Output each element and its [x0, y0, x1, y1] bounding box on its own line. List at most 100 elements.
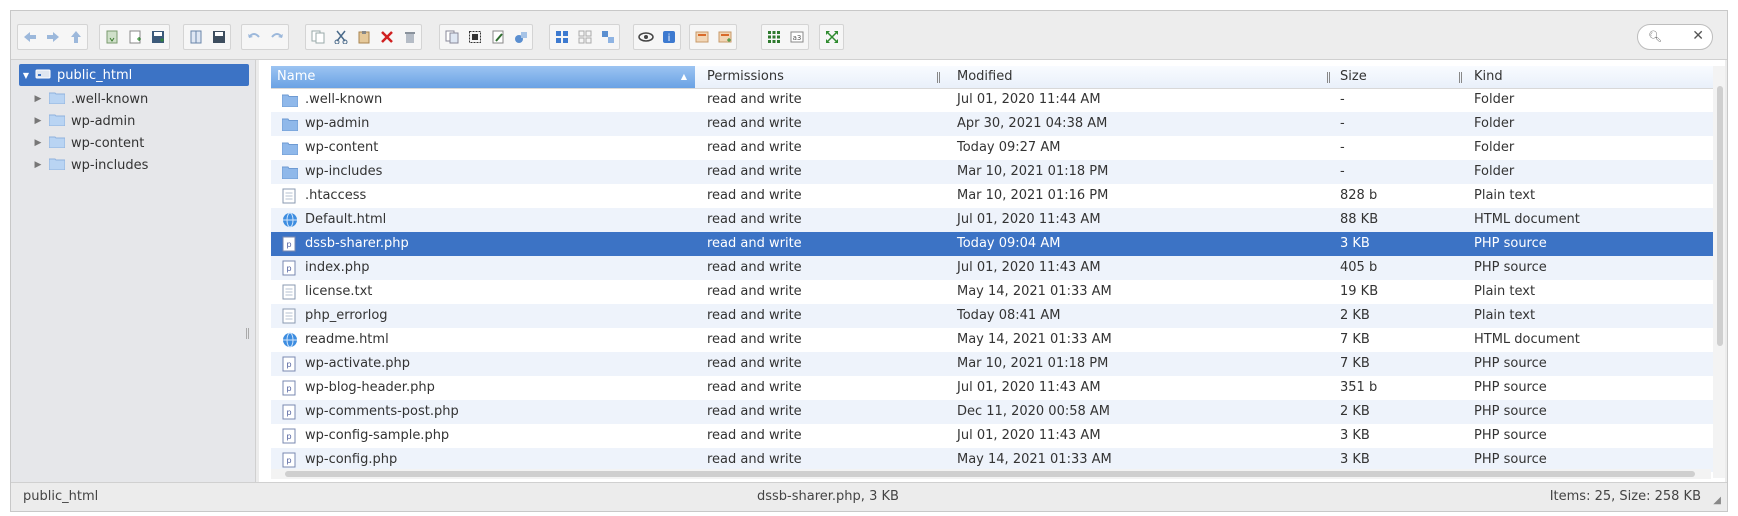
- icons-view-icon[interactable]: [550, 25, 573, 49]
- text-file-icon: [282, 284, 298, 300]
- edit-group: [305, 24, 422, 50]
- column-header-size[interactable]: Size: [1334, 66, 1464, 88]
- open-icon[interactable]: [184, 25, 207, 49]
- select-all-icon[interactable]: [463, 25, 486, 49]
- columns-view-icon[interactable]: [596, 25, 619, 49]
- file-row[interactable]: p wp-comments-post.php read and write Dec 1…: [271, 400, 1721, 424]
- file-row[interactable]: Default.html read and write Jul 01, 2020 1…: [271, 208, 1721, 232]
- column-resize-handle[interactable]: [1459, 72, 1462, 83]
- file-row[interactable]: p dssb-sharer.php read and write Today 09:0…: [271, 232, 1721, 256]
- column-header-size-label: Size: [1340, 69, 1367, 84]
- new-file-icon[interactable]: [123, 25, 146, 49]
- extract-icon[interactable]: [690, 25, 713, 49]
- column-header-name[interactable]: Name ▲: [271, 66, 695, 88]
- resize-handle[interactable]: [246, 328, 249, 339]
- file-row[interactable]: .htaccess read and write Mar 10, 2021 01:1…: [271, 184, 1721, 208]
- chevron-right-icon[interactable]: ▶: [31, 94, 45, 104]
- tree-item-well-known[interactable]: ▶ .well-known: [31, 88, 149, 110]
- folder-icon: [48, 135, 66, 152]
- file-kind: Folder: [1474, 164, 1515, 179]
- copy-icon[interactable]: [306, 25, 329, 49]
- column-header-kind[interactable]: Kind: [1468, 66, 1708, 88]
- svg-text:p: p: [286, 360, 291, 369]
- clear-search-icon[interactable]: ✕: [1692, 28, 1704, 44]
- grid-icon[interactable]: [762, 25, 785, 49]
- forward-button[interactable]: [41, 25, 64, 49]
- chevron-right-icon[interactable]: ▶: [31, 160, 45, 170]
- svg-text:i: i: [667, 33, 670, 44]
- column-header-modified[interactable]: Modified: [951, 66, 1341, 88]
- file-size: -: [1340, 140, 1345, 155]
- file-name: Default.html: [305, 212, 387, 227]
- file-row[interactable]: p wp-activate.php read and write Mar 10, 20…: [271, 352, 1721, 376]
- info-icon[interactable]: i: [657, 25, 680, 49]
- file-modified: Mar 10, 2021 01:18 PM: [957, 356, 1109, 371]
- file-row[interactable]: php_errorlog read and write Today 08:41 AM…: [271, 304, 1721, 328]
- file-size: 3 KB: [1340, 428, 1370, 443]
- file-modified: Jul 01, 2020 11:44 AM: [957, 92, 1101, 107]
- file-modified: Dec 11, 2020 00:58 AM: [957, 404, 1111, 419]
- duplicate-icon[interactable]: [440, 25, 463, 49]
- resize-grip-icon[interactable]: ◢: [1713, 495, 1721, 506]
- search-icon: 🔍︎: [1648, 30, 1662, 43]
- search-box[interactable]: 🔍︎ ✕: [1637, 24, 1713, 50]
- tree-root-public-html[interactable]: ▼ public_html: [19, 64, 249, 86]
- sort-ascending-icon: ▲: [680, 72, 687, 81]
- undo-icon[interactable]: [242, 25, 265, 49]
- chevron-right-icon[interactable]: ▶: [31, 138, 45, 148]
- folder-icon: [48, 91, 66, 108]
- scrollbar-thumb[interactable]: [1717, 86, 1723, 346]
- folder-icon: [281, 164, 299, 180]
- file-permissions: read and write: [707, 260, 802, 275]
- tree-item-wp-admin[interactable]: ▶ wp-admin: [31, 110, 136, 132]
- column-resize-handle[interactable]: [937, 72, 940, 83]
- chevron-right-icon[interactable]: ▶: [31, 116, 45, 126]
- tree-item-wp-content[interactable]: ▶ wp-content: [31, 132, 145, 154]
- horizontal-scrollbar[interactable]: [271, 469, 1711, 479]
- chevron-down-icon[interactable]: ▼: [19, 71, 33, 80]
- delete-icon[interactable]: [375, 25, 398, 49]
- file-modified: May 14, 2021 01:33 AM: [957, 332, 1112, 347]
- edit-file-icon[interactable]: [486, 25, 509, 49]
- paste-icon[interactable]: [352, 25, 375, 49]
- file-name: wp-blog-header.php: [305, 380, 435, 395]
- redo-icon[interactable]: [265, 25, 288, 49]
- back-button[interactable]: [18, 25, 41, 49]
- tree-item-wp-includes[interactable]: ▶ wp-includes: [31, 154, 149, 176]
- reload-icon[interactable]: [100, 25, 123, 49]
- scrollbar-thumb[interactable]: [285, 471, 1695, 477]
- php-file-icon: p: [282, 356, 298, 372]
- up-button[interactable]: [64, 25, 87, 49]
- file-row[interactable]: wp-admin read and write Apr 30, 2021 04:38…: [271, 112, 1721, 136]
- status-selection: dssb-sharer.php, 3 KB: [757, 489, 899, 504]
- file-row[interactable]: license.txt read and write May 14, 2021 01…: [271, 280, 1721, 304]
- preview-eye-icon[interactable]: [634, 25, 657, 49]
- file-row[interactable]: p wp-config-sample.php read and write Jul 0…: [271, 424, 1721, 448]
- file-kind: PHP source: [1474, 428, 1547, 443]
- column-resize-handle[interactable]: [1327, 72, 1330, 83]
- file-row[interactable]: .well-known read and write Jul 01, 2020 11…: [271, 88, 1721, 112]
- vertical-scrollbar[interactable]: [1713, 66, 1725, 478]
- svg-text:p: p: [286, 408, 291, 417]
- column-header-permissions[interactable]: Permissions: [701, 66, 951, 88]
- trash-icon[interactable]: [398, 25, 421, 49]
- compress-icon[interactable]: [713, 25, 736, 49]
- archive-icon[interactable]: [509, 25, 532, 49]
- save-icon[interactable]: [146, 25, 169, 49]
- search-input[interactable]: [1662, 28, 1692, 48]
- file-row[interactable]: readme.html read and write May 14, 2021 01…: [271, 328, 1721, 352]
- file-permissions: read and write: [707, 92, 802, 107]
- sort-icon[interactable]: a3: [785, 25, 808, 49]
- fullscreen-icon[interactable]: [820, 25, 843, 49]
- file-permissions: read and write: [707, 380, 802, 395]
- cut-icon[interactable]: [329, 25, 352, 49]
- file-size: -: [1340, 116, 1345, 131]
- file-row[interactable]: p index.php read and write Jul 01, 2020 11:…: [271, 256, 1721, 280]
- file-modified: Mar 10, 2021 01:18 PM: [957, 164, 1109, 179]
- file-row[interactable]: wp-content read and write Today 09:27 AM - F…: [271, 136, 1721, 160]
- file-permissions: read and write: [707, 236, 802, 251]
- file-row[interactable]: p wp-blog-header.php read and write Jul 01,…: [271, 376, 1721, 400]
- file-row[interactable]: wp-includes read and write Mar 10, 2021 01…: [271, 160, 1721, 184]
- list-view-icon[interactable]: [573, 25, 596, 49]
- download-icon[interactable]: [207, 25, 230, 49]
